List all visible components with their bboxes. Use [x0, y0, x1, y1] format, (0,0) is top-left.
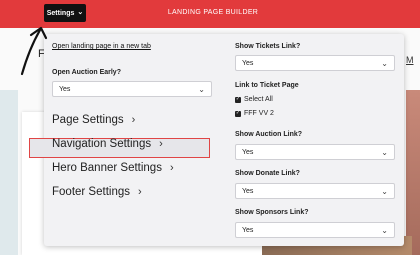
open-auction-early-label: Open Auction Early? — [52, 69, 121, 76]
show-tickets-label: Show Tickets Link? — [235, 43, 301, 50]
top-bar: Settings ⌄ LANDING PAGE BUILDER — [0, 0, 420, 28]
chevron-right-icon: › — [169, 162, 174, 174]
chevron-down-icon: ⌄ — [381, 58, 388, 68]
background-left-strip — [0, 90, 18, 255]
link-to-ticket-label: Link to Ticket Page — [235, 82, 299, 89]
show-tickets-select[interactable]: Yes ⌄ — [235, 55, 395, 71]
annotation-arrow-icon — [20, 26, 48, 76]
navigation-settings-label: Navigation Settings — [52, 138, 152, 150]
hero-banner-settings-item[interactable]: Hero Banner Settings › — [52, 162, 174, 174]
show-donate-select[interactable]: Yes ⌄ — [235, 183, 395, 199]
fff-vv-2-label: FFF VV 2 — [244, 110, 274, 117]
fff-vv-2-checkbox-row[interactable]: ✓ FFF VV 2 — [235, 110, 274, 117]
hero-banner-settings-label: Hero Banner Settings — [52, 162, 162, 174]
show-auction-value: Yes — [242, 148, 254, 156]
chevron-right-icon: › — [131, 114, 136, 126]
chevron-down-icon: ⌄ — [381, 147, 388, 157]
open-auction-early-value: Yes — [59, 85, 71, 93]
checkbox-checked-icon[interactable]: ✓ — [235, 110, 241, 117]
chevron-down-icon: ⌄ — [198, 84, 205, 94]
chevron-right-icon: › — [159, 138, 163, 150]
open-landing-page-link[interactable]: Open landing page in a new tab — [52, 43, 151, 50]
select-all-checkbox-row[interactable]: ✓ Select All — [235, 96, 273, 103]
show-sponsors-value: Yes — [242, 226, 254, 234]
chevron-right-icon: › — [137, 186, 142, 198]
show-sponsors-label: Show Sponsors Link? — [235, 209, 309, 216]
navigation-settings-item[interactable]: Navigation Settings › — [52, 138, 163, 150]
show-donate-value: Yes — [242, 187, 254, 195]
footer-settings-label: Footer Settings — [52, 186, 130, 198]
page-settings-label: Page Settings — [52, 114, 124, 126]
background-nav-fragment: M — [406, 55, 414, 65]
settings-dropdown-panel: Open landing page in a new tab Open Auct… — [29, 34, 404, 246]
show-tickets-value: Yes — [242, 59, 254, 67]
open-auction-early-select[interactable]: Yes ⌄ — [52, 81, 212, 97]
footer-settings-item[interactable]: Footer Settings › — [52, 186, 142, 198]
select-all-label: Select All — [244, 96, 273, 103]
chevron-down-icon: ⌄ — [381, 225, 388, 235]
show-donate-label: Show Donate Link? — [235, 170, 300, 177]
background-photo — [406, 90, 420, 255]
show-sponsors-select[interactable]: Yes ⌄ — [235, 222, 395, 238]
checkbox-checked-icon[interactable]: ✓ — [235, 96, 241, 103]
chevron-down-icon: ⌄ — [381, 186, 388, 196]
show-auction-label: Show Auction Link? — [235, 131, 303, 138]
show-auction-select[interactable]: Yes ⌄ — [235, 144, 395, 160]
page-settings-item[interactable]: Page Settings › — [52, 114, 135, 126]
app-title: LANDING PAGE BUILDER — [167, 9, 259, 16]
